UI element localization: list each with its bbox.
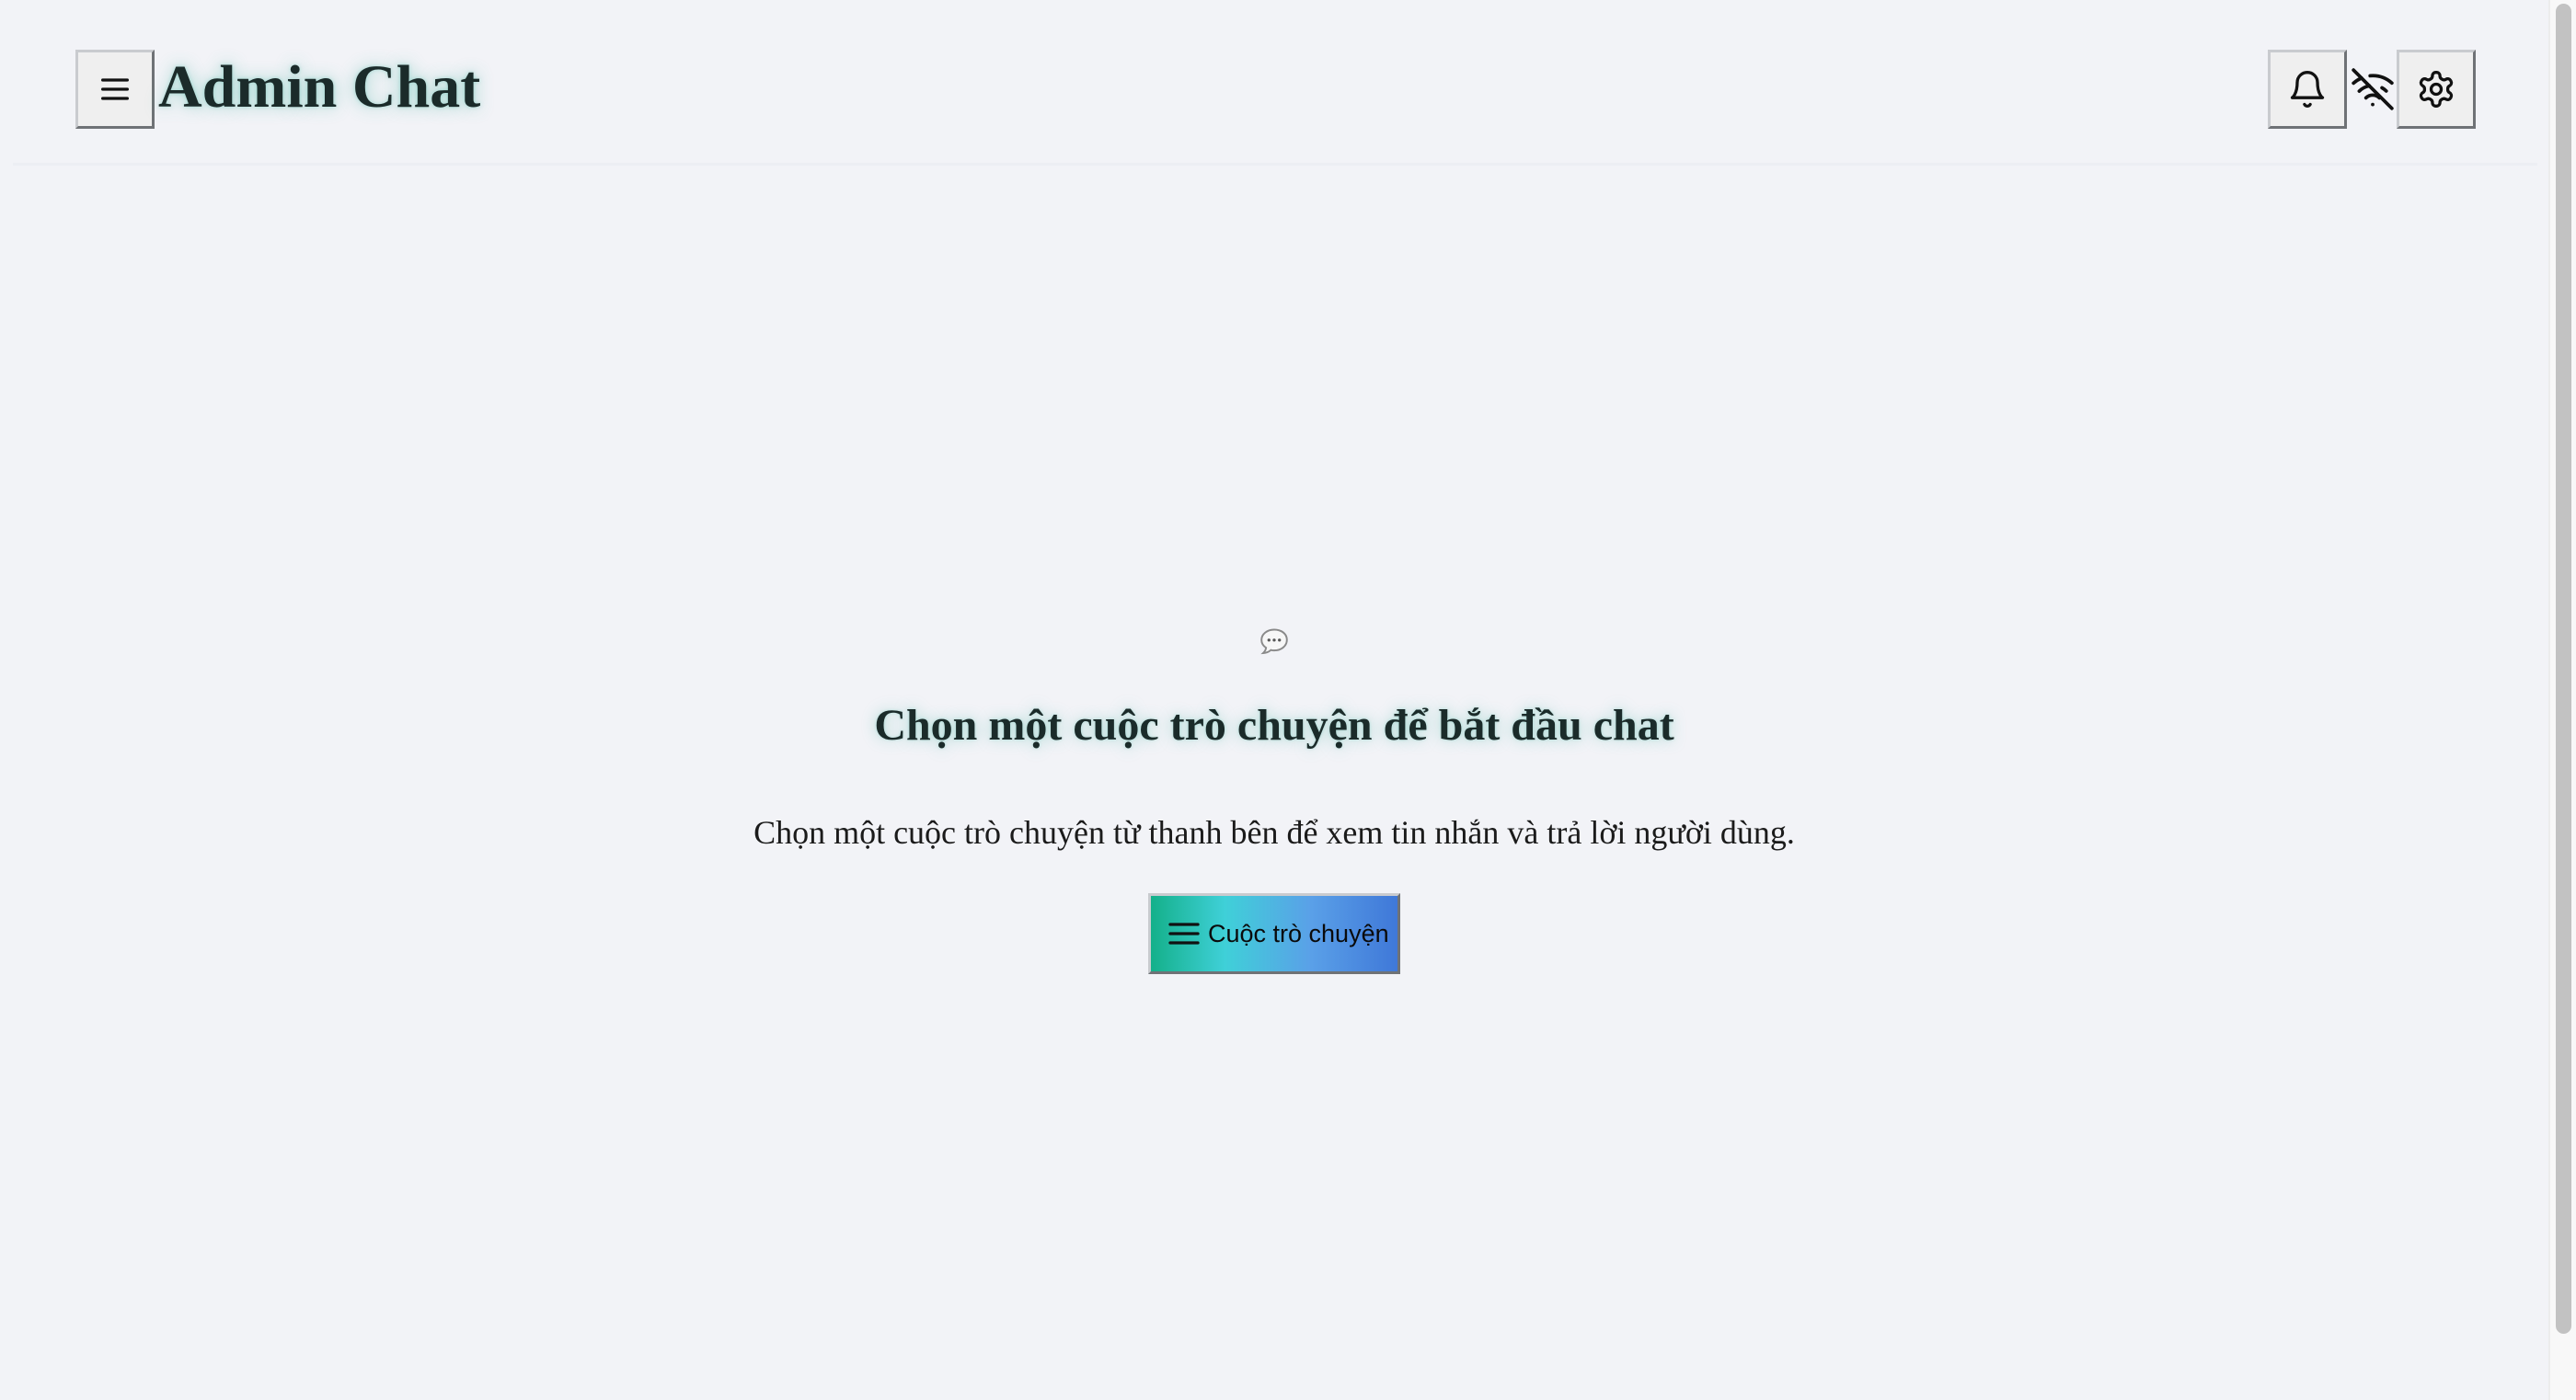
settings-button[interactable] xyxy=(2397,50,2476,129)
empty-state: Chọn một cuộc trò chuyện để bắt đầu chat… xyxy=(0,607,2548,974)
hamburger-menu-icon xyxy=(1168,923,1200,945)
top-header: Admin Chat xyxy=(13,0,2537,166)
notifications-button[interactable] xyxy=(2268,50,2347,129)
conversations-button-label: Cuộc trò chuyện xyxy=(1208,919,1389,947)
conversations-button[interactable]: Cuộc trò chuyện xyxy=(1148,893,1400,974)
empty-state-description: Chọn một cuộc trò chuyện từ thanh bên để… xyxy=(753,814,1795,851)
app-root: Admin Chat Chọn một cuộc trò chuyện để b… xyxy=(0,0,2576,1400)
wifi-off-icon xyxy=(2352,68,2394,110)
hamburger-menu-icon xyxy=(101,78,129,100)
menu-button[interactable] xyxy=(75,50,155,129)
scrollbar-thumb[interactable] xyxy=(2556,4,2571,1334)
bell-icon xyxy=(2290,71,2325,108)
chat-bubble-icon xyxy=(1260,628,1288,655)
vertical-scrollbar[interactable] xyxy=(2548,0,2576,1400)
app-title: Admin Chat xyxy=(158,53,481,120)
gear-icon xyxy=(2419,71,2454,108)
empty-state-title: Chọn một cuộc trò chuyện để bắt đầu chat xyxy=(874,701,1674,750)
